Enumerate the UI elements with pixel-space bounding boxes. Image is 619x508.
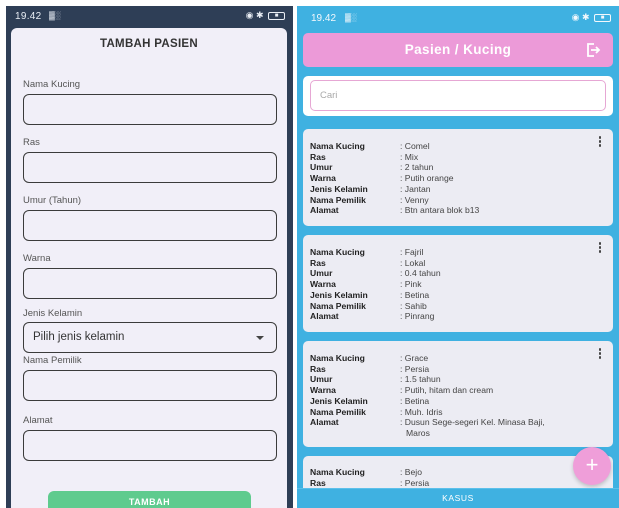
nama-kucing-input[interactable] [23, 94, 277, 125]
field-value: : Persia [400, 477, 430, 488]
status-time: 19.42 [311, 13, 337, 24]
field-value: : Persia [400, 363, 430, 374]
alamat-input[interactable] [23, 430, 277, 461]
field-value: : Comel [400, 141, 430, 151]
field-key: Ras [310, 477, 326, 488]
alamat-label: Alamat [23, 415, 53, 426]
alarm-icon: ◉ [245, 10, 254, 20]
field-value: : Betina [400, 289, 430, 300]
field-key: Alamat [310, 205, 339, 216]
add-patient-screen: 19.42 ▓░ ◉ ✱ ■ TAMBAH PASIEN Nama Kucing… [6, 6, 293, 508]
jenis-kelamin-selected: Pilih jenis kelamin [33, 331, 125, 343]
field-value: : Bejo [400, 467, 422, 477]
field-value: : Btn antara blok b13 [400, 205, 480, 216]
field-value: : Jantan [400, 183, 431, 194]
field-key: Jenis Kelamin [310, 395, 368, 406]
field-value: : Venny [400, 194, 429, 205]
patient-card[interactable]: Nama Kucing : Grace Ras : Persia Umur : 1.5… [303, 341, 613, 447]
search-card [303, 76, 613, 116]
bluetooth-icon: ✱ [255, 10, 264, 20]
add-patient-dialog: TAMBAH PASIEN Nama Kucing Ras Umur (Tahu… [11, 28, 287, 508]
field-key: Nama Pemilik [310, 406, 366, 417]
field-key: Ras [310, 257, 326, 268]
field-key: Jenis Kelamin [310, 183, 368, 194]
status-icons: ◉ ✱ ■ [246, 10, 285, 21]
warna-label: Warna [23, 253, 51, 264]
field-value: : Putih orange [400, 173, 454, 184]
field-value: : Fajril [400, 247, 424, 257]
field-value: : Pink [400, 279, 422, 290]
field-key: Nama Pemilik [310, 194, 366, 205]
jenis-kelamin-label: Jenis Kelamin [23, 308, 83, 319]
field-value: : 2 tahun [400, 162, 434, 173]
tambah-button[interactable]: TAMBAH [48, 491, 251, 508]
status-bar: 19.42 ▓░ ◉ ✱ ■ [6, 6, 293, 28]
field-value: : 0.4 tahun [400, 268, 441, 279]
bluetooth-icon: ✱ [581, 12, 590, 22]
bottom-nav-kasus[interactable]: KASUS [297, 488, 619, 508]
dialog-title: TAMBAH PASIEN [99, 38, 199, 50]
patient-list-screen: 19.42 ▓░ ◉ ✱ ■ Pasien / Kucing Nama Kuci… [297, 6, 619, 508]
field-value: : Sahib [400, 300, 427, 311]
jenis-kelamin-select[interactable]: Pilih jenis kelamin [23, 322, 277, 353]
field-value: : 1.5 tahun [400, 374, 441, 385]
field-key: Jenis Kelamin [310, 289, 368, 300]
search-input[interactable] [310, 80, 606, 111]
field-key: Ras [310, 363, 326, 374]
field-value: : Muh. Idris [400, 406, 443, 417]
field-key: Nama Pemilik [310, 300, 366, 311]
field-key: Umur [310, 162, 333, 173]
umur-input[interactable] [23, 210, 277, 241]
page-title: Pasien / Kucing [404, 42, 512, 57]
field-key: Umur [310, 374, 333, 385]
field-value: : Betina [400, 395, 430, 406]
field-key: Ras [310, 151, 326, 162]
signal-icon: ▓░ [49, 11, 61, 20]
field-key: Warna [310, 279, 336, 290]
battery-icon: ■ [594, 13, 611, 22]
dropdown-caret-icon [256, 336, 264, 340]
field-value: : Lokal [400, 257, 426, 268]
patient-card[interactable]: Nama Kucing : Comel Ras : Mix Umur : 2 tahu… [303, 129, 613, 226]
field-key: Nama Kucing [310, 141, 365, 151]
field-key: Nama Kucing [310, 247, 365, 257]
field-value: Maros [406, 427, 430, 438]
field-key: Warna [310, 173, 336, 184]
status-bar: 19.42 ▓░ ◉ ✱ ■ [297, 6, 619, 28]
field-key: Umur [310, 268, 333, 279]
nama-kucing-label: Nama Kucing [23, 79, 81, 90]
signal-icon: ▓░ [345, 13, 357, 22]
status-time: 19.42 [15, 11, 42, 22]
patient-card[interactable]: Nama Kucing : Fajril Ras : Lokal Umur : 0.4… [303, 235, 613, 332]
ras-input[interactable] [23, 152, 277, 183]
umur-label: Umur (Tahun) [23, 195, 82, 206]
alarm-icon: ◉ [571, 12, 580, 22]
field-key: Alamat [310, 311, 339, 322]
ras-label: Ras [23, 137, 40, 148]
logout-icon[interactable] [585, 42, 601, 58]
status-icons: ◉ ✱ ■ [572, 12, 611, 23]
nama-pemilik-label: Nama Pemilik [23, 355, 82, 366]
nama-pemilik-input[interactable] [23, 370, 277, 401]
field-value: : Putih, hitam dan cream [400, 385, 494, 396]
add-patient-fab[interactable]: + [573, 447, 611, 485]
app-header: Pasien / Kucing [303, 33, 613, 67]
warna-input[interactable] [23, 268, 277, 299]
field-key: Nama Kucing [310, 353, 365, 363]
field-value: : Mix [400, 151, 419, 162]
field-key: Nama Kucing [310, 467, 365, 477]
field-value: : Pinrang [400, 311, 435, 322]
field-value: : Grace [400, 353, 429, 363]
field-key: Warna [310, 385, 336, 396]
field-value: : Dusun Sege-segeri Kel. Minasa Baji, [400, 417, 545, 428]
battery-icon: ■ [268, 11, 285, 20]
field-key: Alamat [310, 417, 339, 428]
